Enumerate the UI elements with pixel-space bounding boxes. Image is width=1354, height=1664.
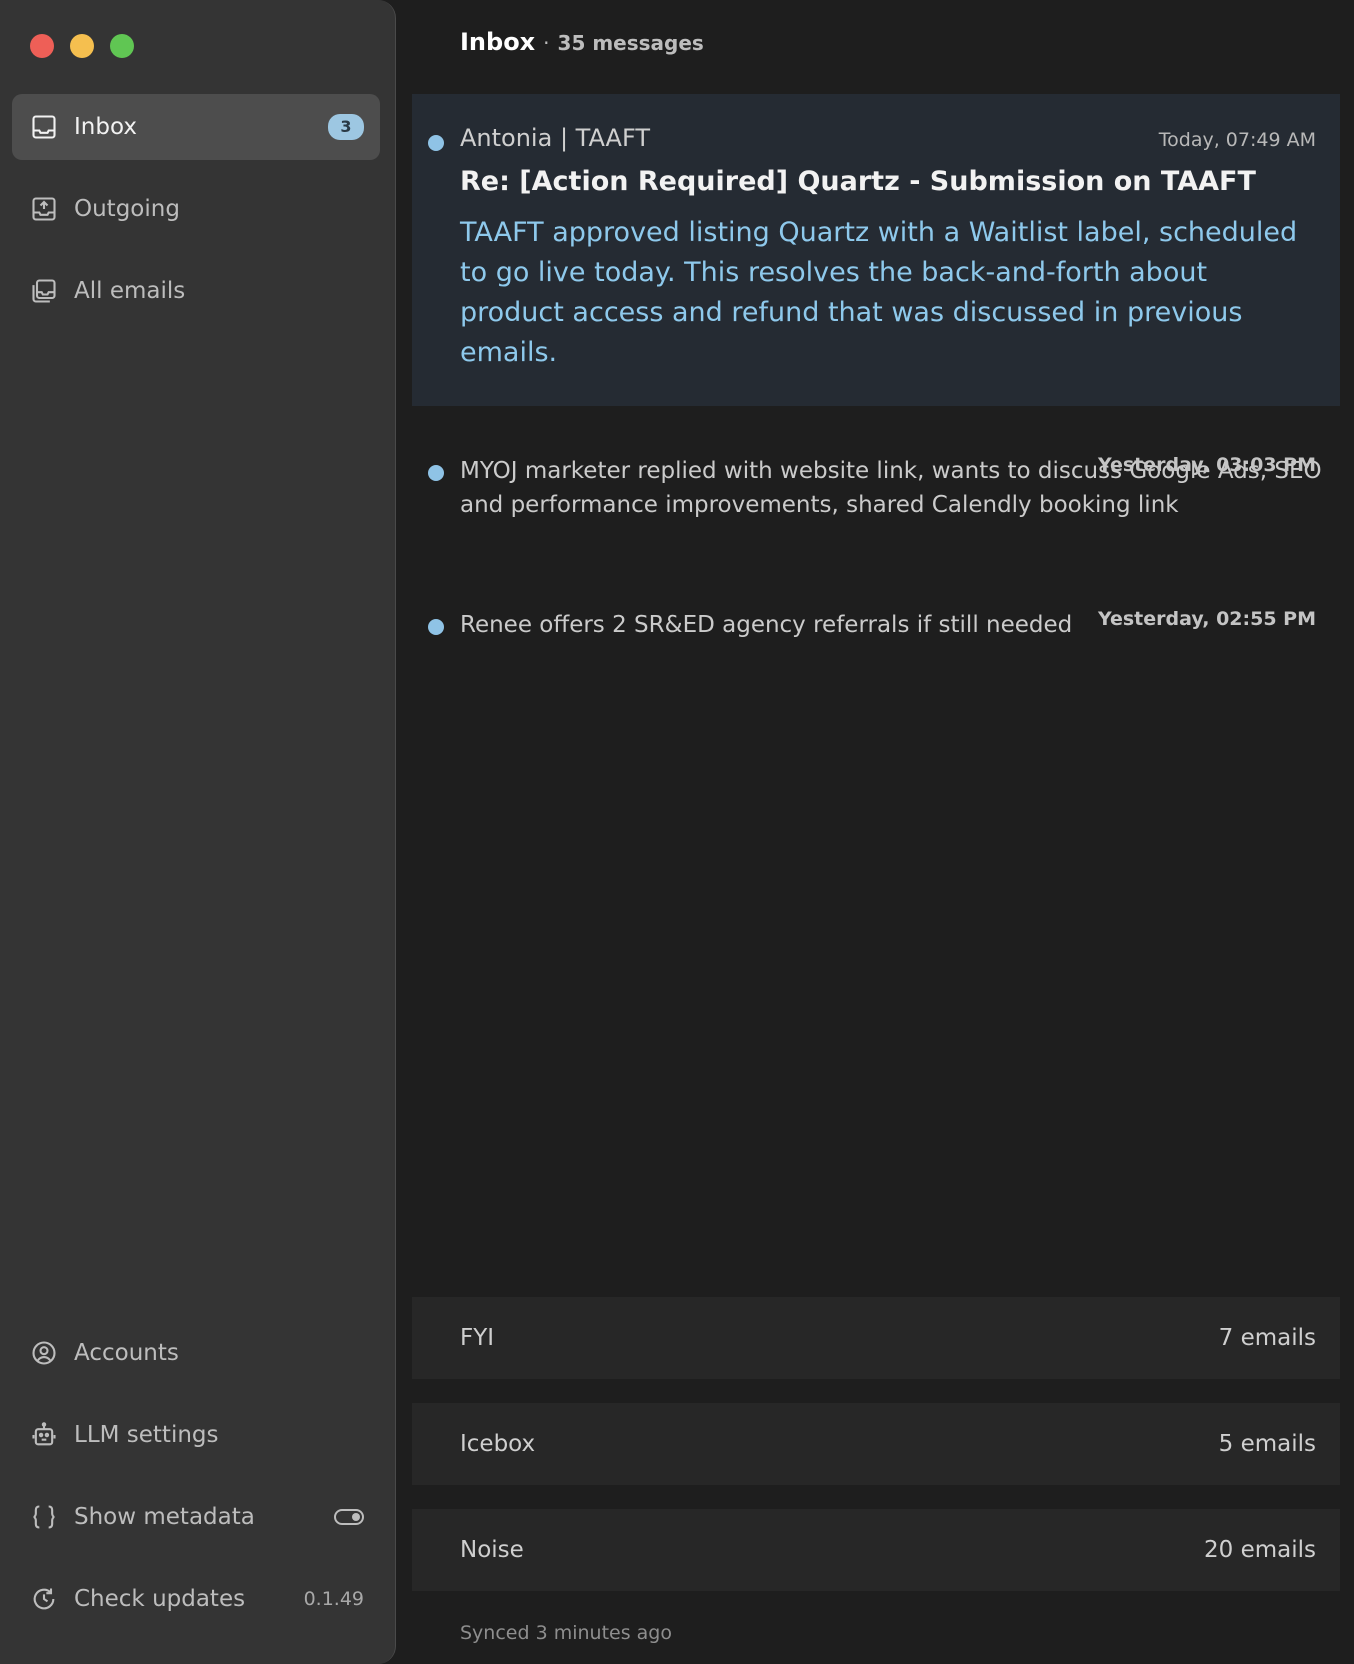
- page-title: Inbox: [460, 28, 536, 56]
- robot-icon: [30, 1421, 58, 1449]
- sidebar-item-label: Inbox: [74, 114, 137, 140]
- sidebar: Inbox 3 Outgoing All emails Accounts LLM…: [0, 0, 396, 1664]
- email-timestamp: Yesterday, 03:03 PM: [1097, 454, 1316, 476]
- unread-badge: 3: [328, 114, 364, 140]
- email-item[interactable]: MYOJ marketer replied with website link,…: [412, 454, 1340, 522]
- unread-dot-icon: [428, 619, 444, 635]
- zoom-window-button[interactable]: [110, 34, 134, 58]
- group-count: 7 emails: [1218, 1325, 1316, 1351]
- sidebar-item-accounts[interactable]: Accounts: [12, 1320, 380, 1386]
- sidebar-item-label: All emails: [74, 278, 186, 304]
- group-name: Noise: [460, 1537, 524, 1563]
- group-fyi[interactable]: FYI 7 emails: [412, 1297, 1340, 1379]
- sidebar-item-check-updates[interactable]: Check updates 0.1.49: [12, 1566, 380, 1632]
- email-timestamp: Today, 07:49 AM: [1158, 129, 1316, 151]
- outbox-icon: [30, 195, 58, 223]
- refresh-icon: [30, 1585, 58, 1613]
- sidebar-item-label: Check updates: [74, 1586, 246, 1612]
- group-name: Icebox: [460, 1431, 536, 1457]
- email-item-selected[interactable]: Antonia | TAAFT Today, 07:49 AM Re: [Act…: [412, 94, 1340, 406]
- inbox-icon: [30, 113, 58, 141]
- sidebar-item-label: Show metadata: [74, 1504, 255, 1530]
- braces-icon: [30, 1503, 58, 1531]
- group-icebox[interactable]: Icebox 5 emails: [412, 1403, 1340, 1485]
- group-name: FYI: [460, 1325, 495, 1351]
- email-sender: Antonia | TAAFT: [460, 124, 650, 152]
- window-controls: [30, 34, 134, 58]
- sidebar-item-label: LLM settings: [74, 1422, 219, 1448]
- group-count: 5 emails: [1218, 1431, 1316, 1457]
- minimize-window-button[interactable]: [70, 34, 94, 58]
- metadata-toggle[interactable]: [334, 1509, 364, 1525]
- sidebar-item-llm-settings[interactable]: LLM settings: [12, 1402, 380, 1468]
- sidebar-item-label: Accounts: [74, 1340, 179, 1366]
- user-circle-icon: [30, 1339, 58, 1367]
- inbox-header: Inbox · 35 messages: [460, 28, 704, 56]
- message-count: 35 messages: [557, 31, 704, 55]
- close-window-button[interactable]: [30, 34, 54, 58]
- app-version: 0.1.49: [303, 1588, 364, 1610]
- group-count: 20 emails: [1204, 1537, 1316, 1563]
- sync-status: Synced 3 minutes ago: [460, 1622, 672, 1644]
- email-subject: Re: [Action Required] Quartz - Submissio…: [460, 166, 1256, 197]
- unread-dot-icon: [428, 465, 444, 481]
- email-item[interactable]: Renee offers 2 SR&ED agency referrals if…: [412, 608, 1340, 642]
- unread-dot-icon: [428, 135, 444, 151]
- main-pane: Inbox · 35 messages Antonia | TAAFT Toda…: [396, 0, 1354, 1664]
- sidebar-item-all-emails[interactable]: All emails: [12, 258, 380, 324]
- email-timestamp: Yesterday, 02:55 PM: [1097, 608, 1316, 630]
- sidebar-item-outgoing[interactable]: Outgoing: [12, 176, 380, 242]
- group-noise[interactable]: Noise 20 emails: [412, 1509, 1340, 1591]
- sidebar-item-show-metadata[interactable]: Show metadata: [12, 1484, 380, 1550]
- sidebar-item-label: Outgoing: [74, 196, 180, 222]
- sidebar-item-inbox[interactable]: Inbox 3: [12, 94, 380, 160]
- email-summary: TAAFT approved listing Quartz with a Wai…: [460, 217, 1298, 368]
- stack-icon: [30, 277, 58, 305]
- header-separator: ·: [543, 31, 550, 55]
